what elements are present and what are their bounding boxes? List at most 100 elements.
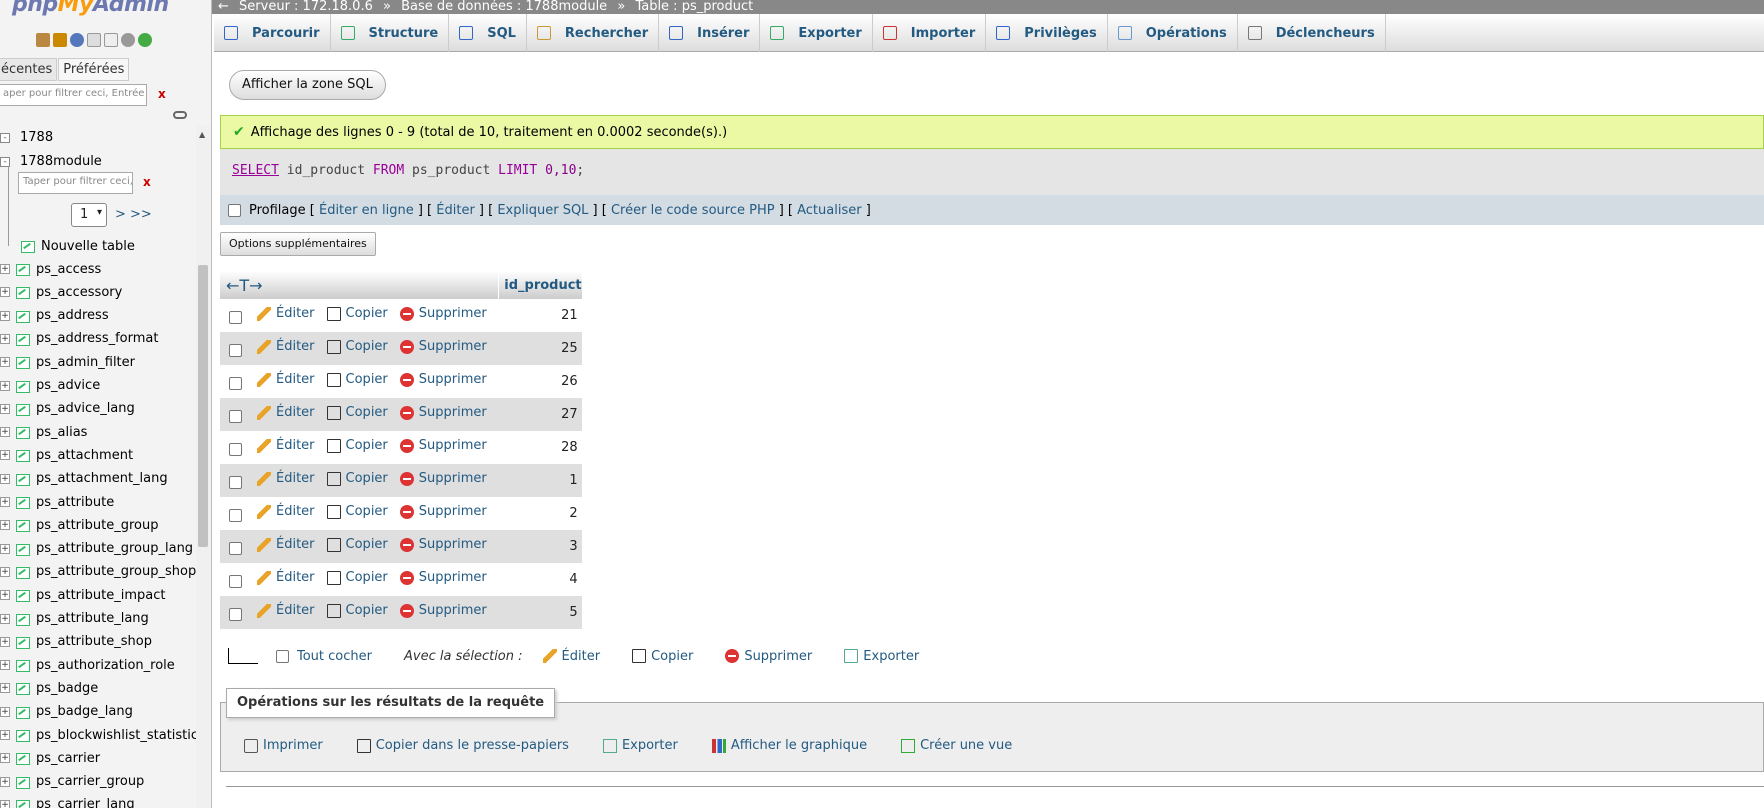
delete-row-button[interactable]: Supprimer [399, 339, 487, 354]
db-item-1788[interactable]: -1788 [0, 130, 53, 145]
page-select[interactable]: 1 ▾ [71, 203, 107, 227]
expand-icon[interactable]: + [0, 660, 10, 671]
expand-icon[interactable]: + [0, 799, 10, 808]
copy-row-button[interactable]: Copier [326, 504, 388, 519]
cell-id-product[interactable]: 2 [498, 497, 582, 530]
row-checkbox[interactable] [229, 409, 242, 423]
inline-edit-link[interactable]: Éditer en ligne [319, 203, 414, 218]
expand-icon[interactable]: + [0, 543, 10, 554]
sidebar-table-item[interactable]: + ps_badge [0, 678, 98, 698]
row-checkbox[interactable] [229, 310, 242, 324]
row-checkbox[interactable] [229, 508, 242, 522]
table-crumb[interactable]: Table : ps_product [635, 0, 753, 14]
edit-row-button[interactable]: Éditer [257, 504, 315, 519]
copy-row-button[interactable]: Copier [326, 537, 388, 552]
expand-icon[interactable]: + [0, 310, 10, 321]
export-button[interactable]: Exporter [602, 738, 678, 753]
row-checkbox[interactable] [229, 574, 242, 588]
sidebar-table-item[interactable]: + ps_authorization_role [0, 655, 175, 675]
sidebar-table-item[interactable]: + ps_alias [0, 422, 87, 442]
cell-id-product[interactable]: 21 [498, 299, 582, 332]
database-crumb[interactable]: Base de données : 1788module [401, 0, 607, 14]
tab-insert[interactable]: Insérer [659, 14, 761, 52]
tab-import[interactable]: Importer [873, 14, 987, 52]
server-crumb[interactable]: Serveur : 172.18.0.6 [239, 0, 373, 14]
edit-row-button[interactable]: Éditer [257, 405, 315, 420]
expand-icon[interactable]: + [0, 590, 10, 601]
expand-icon[interactable]: + [0, 636, 10, 647]
expand-icon[interactable]: + [0, 613, 10, 624]
copy-row-button[interactable]: Copier [326, 306, 388, 321]
display-chart-button[interactable]: Afficher le graphique [711, 738, 867, 753]
delete-row-button[interactable]: Supprimer [399, 372, 487, 387]
tab-privileges[interactable]: Privilèges [986, 14, 1108, 52]
row-checkbox[interactable] [229, 376, 242, 390]
show-sql-button[interactable]: Afficher la zone SQL [229, 70, 386, 100]
back-icon[interactable]: ← [218, 0, 229, 14]
delete-row-button[interactable]: Supprimer [399, 603, 487, 618]
bulk-edit-button[interactable]: Éditer [542, 649, 600, 664]
delete-row-button[interactable]: Supprimer [399, 570, 487, 585]
sidebar-table-item[interactable]: + ps_attribute_group_shop [0, 562, 196, 582]
expand-icon[interactable]: + [0, 730, 10, 740]
sidebar-table-item[interactable]: + ps_attribute_group_lang [0, 539, 193, 559]
help-icon[interactable] [70, 33, 84, 47]
sidebar-table-item[interactable]: + ps_carrier [0, 748, 100, 768]
delete-row-button[interactable]: Supprimer [399, 471, 487, 486]
copy-row-button[interactable]: Copier [326, 438, 388, 453]
edit-row-button[interactable]: Éditer [257, 570, 315, 585]
expand-icon[interactable]: + [0, 566, 10, 577]
create-view-button[interactable]: Créer une vue [901, 738, 1012, 753]
sidebar-table-item[interactable]: + ps_attachment [0, 445, 133, 465]
sidebar-table-item[interactable]: + ps_address_format [0, 329, 158, 349]
copy-clipboard-button[interactable]: Copier dans le presse-papiers [356, 738, 569, 753]
cell-id-product[interactable]: 26 [498, 365, 582, 398]
tab-search[interactable]: Rechercher [527, 14, 660, 52]
bulk-export-button[interactable]: Exporter [844, 649, 919, 664]
db-filter-input[interactable]: aper pour filtrer ceci, Entrée pour to [0, 84, 147, 106]
cell-id-product[interactable]: 4 [498, 563, 582, 596]
doc-icon[interactable] [104, 33, 118, 47]
sidebar-table-item[interactable]: + ps_address [0, 306, 109, 326]
copy-row-button[interactable]: Copier [326, 405, 388, 420]
table-filter-input[interactable]: Taper pour filtrer ceci, Ent [18, 172, 133, 194]
expand-icon[interactable]: + [0, 357, 10, 368]
edit-row-button[interactable]: Éditer [257, 306, 315, 321]
settings-icon[interactable] [121, 33, 135, 47]
row-checkbox[interactable] [229, 442, 242, 456]
link-icon[interactable] [173, 111, 187, 119]
expand-icon[interactable]: + [0, 706, 10, 717]
bulk-delete-button[interactable]: Supprimer [725, 649, 812, 664]
next-page-link[interactable]: > >> [115, 207, 152, 222]
sidebar-table-item[interactable]: + ps_attribute_lang [0, 609, 149, 629]
row-checkbox[interactable] [229, 607, 242, 621]
tab-export[interactable]: Exporter [760, 14, 873, 52]
delete-row-button[interactable]: Supprimer [399, 438, 487, 453]
profiling-checkbox[interactable] [228, 203, 241, 217]
tab-browse[interactable]: Parcourir [214, 14, 331, 52]
cell-id-product[interactable]: 27 [498, 398, 582, 431]
cell-id-product[interactable]: 28 [498, 431, 582, 464]
db-item-1788module[interactable]: -1788module [0, 154, 102, 169]
bulk-copy-button[interactable]: Copier [632, 649, 693, 664]
sidebar-table-item[interactable]: + ps_attribute_group [0, 515, 158, 535]
expand-icon[interactable]: + [0, 287, 10, 298]
phpmyadmin-logo[interactable]: phpMyAdmin [12, 0, 169, 17]
scroll-up-arrow[interactable]: ▲ [199, 130, 205, 139]
cell-id-product[interactable]: 5 [498, 596, 582, 629]
expand-icon[interactable]: + [0, 753, 10, 764]
cell-id-product[interactable]: 25 [498, 332, 582, 365]
explain-sql-link[interactable]: Expliquer SQL [497, 203, 588, 218]
expand-icon[interactable]: + [0, 683, 10, 694]
copy-row-button[interactable]: Copier [326, 570, 388, 585]
copy-row-button[interactable]: Copier [326, 603, 388, 618]
sidebar-table-item[interactable]: + ps_accessory [0, 282, 122, 302]
copy-row-button[interactable]: Copier [326, 339, 388, 354]
column-arrows[interactable]: ←T→ [220, 271, 499, 299]
edit-row-button[interactable]: Éditer [257, 537, 315, 552]
sidebar-table-item[interactable]: + ps_carrier_group [0, 772, 144, 792]
delete-row-button[interactable]: Supprimer [399, 405, 487, 420]
expand-icon[interactable]: + [0, 520, 10, 531]
home-icon[interactable] [36, 33, 50, 47]
sidebar-table-item[interactable]: + ps_attribute [0, 492, 114, 512]
